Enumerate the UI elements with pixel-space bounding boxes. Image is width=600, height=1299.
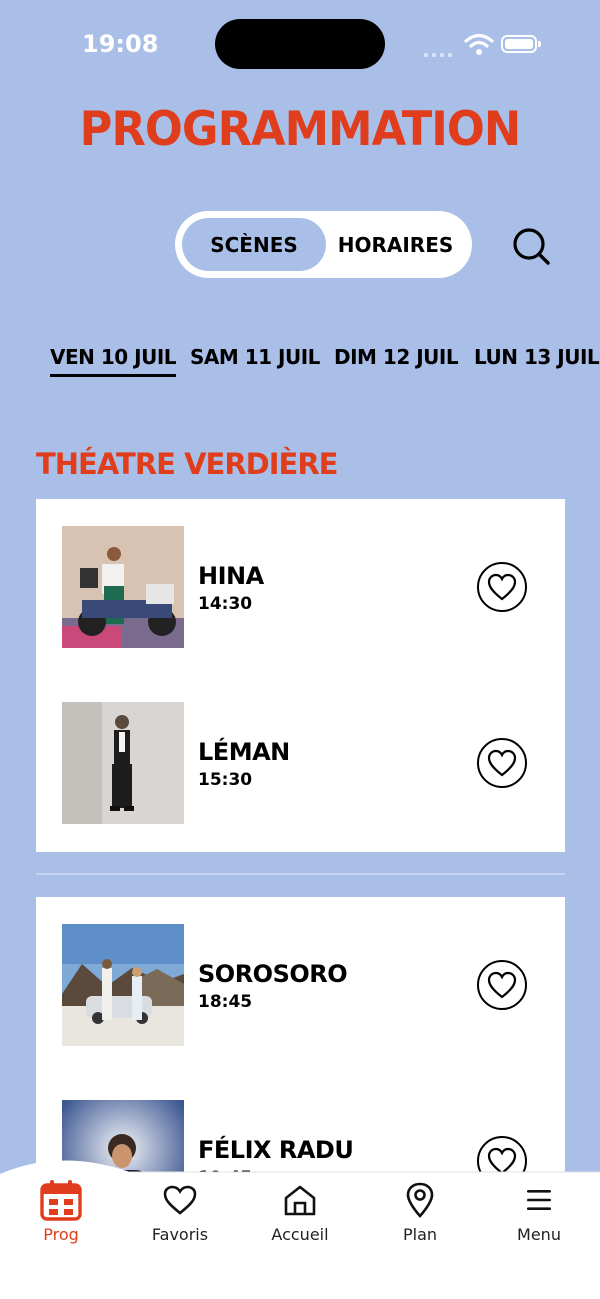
concert-row[interactable]: SOROSORO 18:45 [36,924,565,1046]
wifi-icon [464,33,494,55]
toggle-scenes[interactable]: SCÈNES [182,218,326,271]
tab-label: Prog [43,1225,79,1244]
view-toggle: SCÈNES HORAIRES [175,211,472,278]
day-tab-sam-11[interactable]: SAM 11 JUIL [190,345,320,369]
concert-time: 18:45 [198,992,253,1012]
tab-label: Accueil [271,1225,329,1244]
home-icon [284,1185,316,1216]
section-divider [36,873,565,875]
concert-card: SOROSORO 18:45 FÉLIX RADU [36,897,565,1222]
day-tab-lun-13[interactable]: LUN 13 JUIL [474,345,600,369]
heart-icon [487,749,517,777]
battery-icon [501,35,541,53]
heart-icon [163,1185,197,1215]
heart-icon [487,573,517,601]
artist-photo [62,924,184,1046]
concert-card: HINA 14:30 LÉMAN 15:30 [36,499,565,852]
day-tab-dim-12[interactable]: DIM 12 JUIL [334,345,459,369]
calendar-icon [40,1180,82,1221]
artist-photo [62,702,184,824]
tab-label: Favoris [151,1225,209,1244]
artist-name: SOROSORO [198,960,348,988]
favorite-button[interactable] [477,738,527,788]
heart-icon [487,971,517,999]
page-title: PROGRAMMATION [79,102,522,157]
favorite-button[interactable] [477,562,527,612]
signal-icon [424,44,460,57]
concert-row[interactable]: LÉMAN 15:30 [36,702,565,824]
artist-name: LÉMAN [198,738,290,766]
tab-bar: Prog Favoris Accueil Plan Menu [0,1160,600,1299]
concert-time: 14:30 [198,594,253,614]
search-icon[interactable] [510,225,554,269]
tab-accueil[interactable]: Accueil [240,1180,360,1250]
day-selector: VEN 10 JUIL SAM 11 JUIL DIM 12 JUIL LUN … [0,345,600,385]
map-pin-icon [406,1182,434,1218]
artist-name: HINA [198,562,264,590]
concert-time: 15:30 [198,770,253,790]
dynamic-island [215,19,385,69]
menu-icon [527,1190,551,1210]
tab-label: Menu [517,1225,561,1244]
tab-favoris[interactable]: Favoris [120,1180,240,1250]
tab-prog[interactable]: Prog [1,1180,121,1250]
status-bar: 19:08 [0,0,600,90]
favorite-button[interactable] [477,960,527,1010]
artist-photo [62,526,184,648]
day-tab-ven-10[interactable]: VEN 10 JUIL [50,345,177,377]
stage-title: THÉATRE VERDIÈRE [36,447,338,481]
status-time: 19:08 [82,30,159,58]
tab-plan[interactable]: Plan [360,1180,480,1250]
concert-row[interactable]: HINA 14:30 [36,526,565,648]
toggle-horaires[interactable]: HORAIRES [326,218,465,271]
tab-menu[interactable]: Menu [479,1180,599,1250]
tab-label: Plan [402,1225,438,1244]
